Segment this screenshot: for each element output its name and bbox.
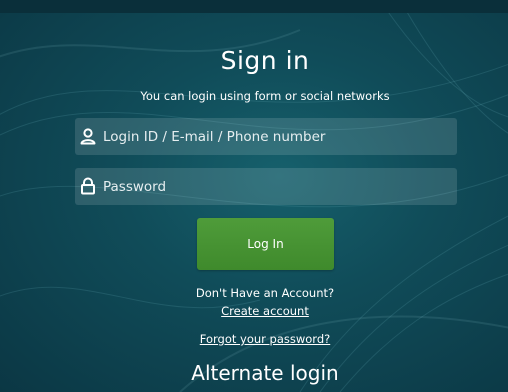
alternate-login-heading: Alternate login [191,361,339,385]
top-bar [0,0,508,13]
user-icon [79,127,97,145]
login-input[interactable] [103,118,448,155]
login-field[interactable] [75,118,457,155]
forgot-password-link[interactable]: Forgot your password? [200,332,330,346]
password-field[interactable] [75,168,457,205]
create-account-link[interactable]: Create account [221,304,309,318]
page-title: Sign in [220,46,310,75]
no-account-text: Don't Have an Account? [195,286,335,300]
create-account-row: Create account [0,300,508,319]
page-subtitle: You can login using form or social netwo… [140,89,390,103]
lock-icon [79,177,97,195]
forgot-password-row: Forgot your password? [0,328,508,347]
password-input[interactable] [103,168,448,205]
login-button[interactable]: Log In [197,218,334,270]
